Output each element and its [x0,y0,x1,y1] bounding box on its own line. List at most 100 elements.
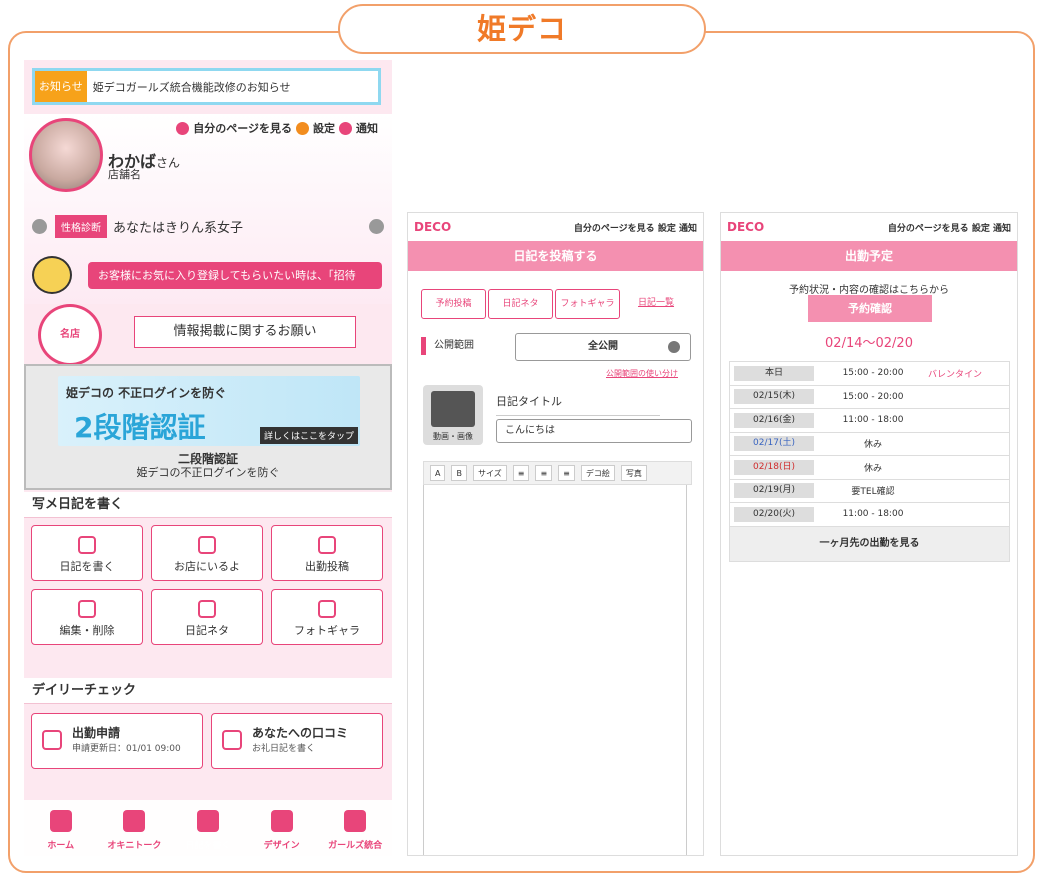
speech-icon [222,730,242,750]
top-links: 自分のページを見る 設定 通知 [176,120,378,136]
ticker-message[interactable]: お客様にお気に入り登録してもらいたい時は、「招待 [88,262,382,289]
gear-icon [296,121,309,135]
header: DECO 自分のページを見る 設定 通知 [408,213,703,241]
rank-badge: 名店 [38,304,102,366]
tab-gallery[interactable]: フォトギャラ [555,289,620,319]
nav-home[interactable]: ホーム [24,800,98,856]
editor-toolbar: A B サイズ ≡ ≡ ≡ デコ絵 写真 [423,461,692,485]
banner-small: 姫デコの 不正ログインを防ぐ [66,386,227,400]
diary-title-label: 日記タイトル [496,393,660,416]
mypage-link[interactable]: 自分のページを見る [193,120,292,136]
clock-icon [318,536,336,554]
size-button[interactable]: サイズ [472,465,507,481]
nav-talk[interactable]: オキニトーク [98,800,172,856]
font-color-button[interactable]: A [430,465,446,481]
tile-at-shop[interactable]: お店にいるよ [151,525,263,581]
tile-attendance[interactable]: 出勤投稿 [271,525,383,581]
notify-link[interactable]: 通知 [356,120,378,136]
tile-diary-topic[interactable]: 日記ネタ [151,589,263,645]
scope-label: 公開範囲 [421,337,474,355]
deco-logo[interactable]: DECO [727,220,764,234]
page-bar: 出勤予定 [721,241,1017,271]
bold-button[interactable]: B [451,465,467,481]
twofa-sub: 姫デコの不正ログインを防ぐ [136,466,280,479]
portrait-icon [318,600,336,618]
shop-name: 店舗名 [108,168,141,181]
scope-select[interactable]: 全公開 [515,333,691,361]
more-schedule-button[interactable]: 一ヶ月先の出勤を見る [730,526,1009,561]
twofa-banner[interactable]: 姫デコの 不正ログインを防ぐ 2段階認証 詳しくはここをタップ [58,376,360,446]
table-row: 本日 15:00 - 20:00 バレンタイン [730,362,1009,386]
notice-bar[interactable]: お知らせ 姫デコガールズ統合機能改修のお知らせ [32,68,381,105]
diary-list-link[interactable]: 日記一覧 [638,295,674,308]
section-write: 写メ日記を書く [24,492,392,518]
avatar[interactable] [29,118,103,192]
nav-girls[interactable]: ガールズ統合 [318,800,392,856]
table-row: 02/20(火) 11:00 - 18:00 [730,503,1009,527]
banner-big: 2段階認証 [74,411,206,444]
nav-design[interactable]: デザイン [245,800,319,856]
post-tabs: 予約投稿 日記ネタ フォトギャラ [421,289,620,319]
calendar-icon [42,730,62,750]
section-daily: デイリーチェック [24,678,392,704]
schedule-table: 本日 15:00 - 20:00 バレンタイン 02/15(木) 15:00 - 20… [729,361,1010,562]
tab-topic[interactable]: 日記ネタ [488,289,553,319]
film-camera-icon [431,391,475,427]
phone-home-screen: お知らせ 姫デコガールズ統合機能改修のお知らせ 自分のページを見る 設定 通知 … [24,60,392,856]
settings-link[interactable]: 設定 [313,120,335,136]
phone-diary-post: DECO 自分のページを見る 設定 通知 日記を投稿する 予約投稿 日記ネタ フ… [407,212,704,856]
scope-help-link[interactable]: 公開範囲の使い分け [606,368,678,379]
deco-art-button[interactable]: デコ絵 [580,465,615,481]
deco-logo[interactable]: DECO [414,220,451,234]
honorific: さん [156,156,181,170]
date-range: 02/14〜02/20 [825,336,913,351]
prev-arrow-icon[interactable] [32,218,47,234]
booking-info: 予約状況・内容の確認はこちらから [789,285,949,296]
nav-write-diary[interactable]: 日記を書く [171,796,245,856]
edit-icon [78,600,96,618]
tile-edit-delete[interactable]: 編集・削除 [31,589,143,645]
personality-row: 性格診断 あなたはきりん系女子 [24,212,392,240]
table-row: 02/18(日) 休み [730,456,1009,480]
write-grid: 日記を書く お店にいるよ 出勤投稿 編集・削除 日記ネタ フォトギャラ [31,525,383,645]
bell-icon [339,121,352,135]
media-button[interactable]: 動画・画像 [423,385,483,445]
align-center-button[interactable]: ≡ [535,465,553,481]
header-links: 自分のページを見る 設定 通知 [887,223,1011,234]
notice-text[interactable]: 姫デコガールズ統合機能改修のお知らせ [87,79,291,95]
page-title: 姫デコ [338,4,706,54]
table-row: 02/15(木) 15:00 - 20:00 [730,386,1009,409]
diag-badge: 性格診断 [55,214,107,238]
diary-title-input[interactable]: こんにちは [496,419,692,443]
align-left-button[interactable]: ≡ [512,465,530,481]
info-request-button[interactable]: 情報掲載に関するお願い [134,316,356,348]
person-icon [176,121,190,135]
diag-text: あなたはきりん系女子 [113,220,244,236]
tab-scheduled[interactable]: 予約投稿 [421,289,486,319]
mascot-icon [32,256,72,294]
bottom-nav: ホーム オキニトーク 日記を書く デザイン ガールズ統合 [24,796,392,856]
booking-confirm-button[interactable]: 予約確認 [808,295,932,322]
phone-schedule: DECO 自分のページを見る 設定 通知 出勤予定 予約状況・内容の確認はこちら… [720,212,1018,856]
banner-tap: 詳しくはここをタップ [259,427,358,444]
tile-shift-request[interactable]: 出勤申請 申請更新日：01/01 09:00 [31,713,203,769]
table-row: 02/19(月) 要TEL確認 [730,480,1009,503]
notice-label: お知らせ [35,71,87,102]
photo-button[interactable]: 写真 [620,465,647,481]
tile-write-diary[interactable]: 日記を書く [31,525,143,581]
page-bar: 日記を投稿する [408,241,703,271]
diary-editor[interactable] [423,485,687,855]
camera-icon [78,536,96,554]
header: DECO 自分のページを見る 設定 通知 [721,213,1017,241]
align-right-button[interactable]: ≡ [558,465,575,481]
table-row: 02/16(金) 11:00 - 18:00 [730,409,1009,433]
bag-icon [198,536,216,554]
twofa-card[interactable]: 姫デコの 不正ログインを防ぐ 2段階認証 詳しくはここをタップ 二段階認証 姫デ… [24,364,392,490]
daily-row: 出勤申請 申請更新日：01/01 09:00 あなたへの口コミ お礼日記を書く [31,713,383,769]
tile-reviews[interactable]: あなたへの口コミ お礼日記を書く [211,713,383,769]
chat-icon [198,600,216,618]
table-row: 02/17(土) 休み [730,433,1009,456]
tile-photo-gallery[interactable]: フォトギャラ [271,589,383,645]
next-arrow-icon[interactable] [369,218,384,234]
header-links: 自分のページを見る 設定 通知 [573,223,697,234]
